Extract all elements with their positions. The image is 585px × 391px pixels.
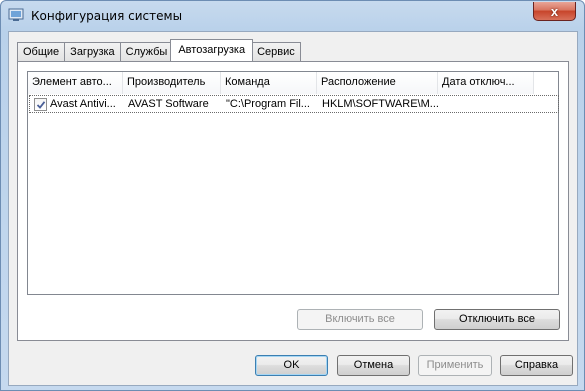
column-header-manufacturer[interactable]: Производитель: [123, 72, 221, 94]
disable-all-button[interactable]: Отключить все: [434, 309, 560, 330]
cell-manufacturer: AVAST Software: [128, 98, 209, 110]
tab-boot[interactable]: Загрузка: [64, 42, 120, 61]
enable-all-button[interactable]: Включить все: [297, 309, 423, 330]
help-button[interactable]: Справка: [500, 355, 573, 376]
column-header-item[interactable]: Элемент авто...: [28, 72, 123, 94]
system-config-window: Конфигурация системы x Общие Загрузка Сл…: [0, 0, 585, 391]
close-button[interactable]: x: [533, 2, 576, 21]
tab-tools[interactable]: Сервис: [251, 42, 301, 61]
startup-item-checkbox[interactable]: [34, 97, 47, 111]
title-bar[interactable]: Конфигурация системы x: [1, 1, 584, 31]
startup-items-list[interactable]: Элемент авто... Производитель Команда Ра…: [27, 71, 559, 295]
cancel-button[interactable]: Отмена: [337, 355, 410, 376]
cell-location: HKLM\SOFTWARE\M...: [322, 98, 439, 110]
close-icon: x: [550, 3, 559, 19]
ok-button[interactable]: OK: [255, 355, 328, 376]
apply-button[interactable]: Применить: [418, 355, 492, 376]
cell-item: Avast Antivi...: [50, 98, 116, 110]
column-header-command[interactable]: Команда: [221, 72, 317, 94]
table-row[interactable]: Avast Antivi... AVAST Software "C:\Progr…: [29, 95, 559, 113]
cell-command: "C:\Program Fil...: [226, 98, 310, 110]
tab-general[interactable]: Общие: [17, 42, 65, 61]
list-header: Элемент авто... Производитель Команда Ра…: [28, 72, 534, 94]
column-header-date-disabled[interactable]: Дата отключ...: [438, 72, 534, 94]
startup-tab-panel: Элемент авто... Производитель Команда Ра…: [17, 61, 569, 341]
tab-startup[interactable]: Автозагрузка: [170, 39, 254, 61]
dialog-client-area: Общие Загрузка Службы Автозагрузка Серви…: [8, 31, 578, 386]
column-header-location[interactable]: Расположение: [317, 72, 438, 94]
system-config-icon: [8, 8, 24, 22]
tab-strip: Общие Загрузка Службы Автозагрузка Серви…: [17, 39, 301, 61]
tab-services[interactable]: Службы: [119, 42, 173, 61]
checkmark-icon: [36, 100, 46, 109]
window-title: Конфигурация системы: [31, 9, 183, 23]
